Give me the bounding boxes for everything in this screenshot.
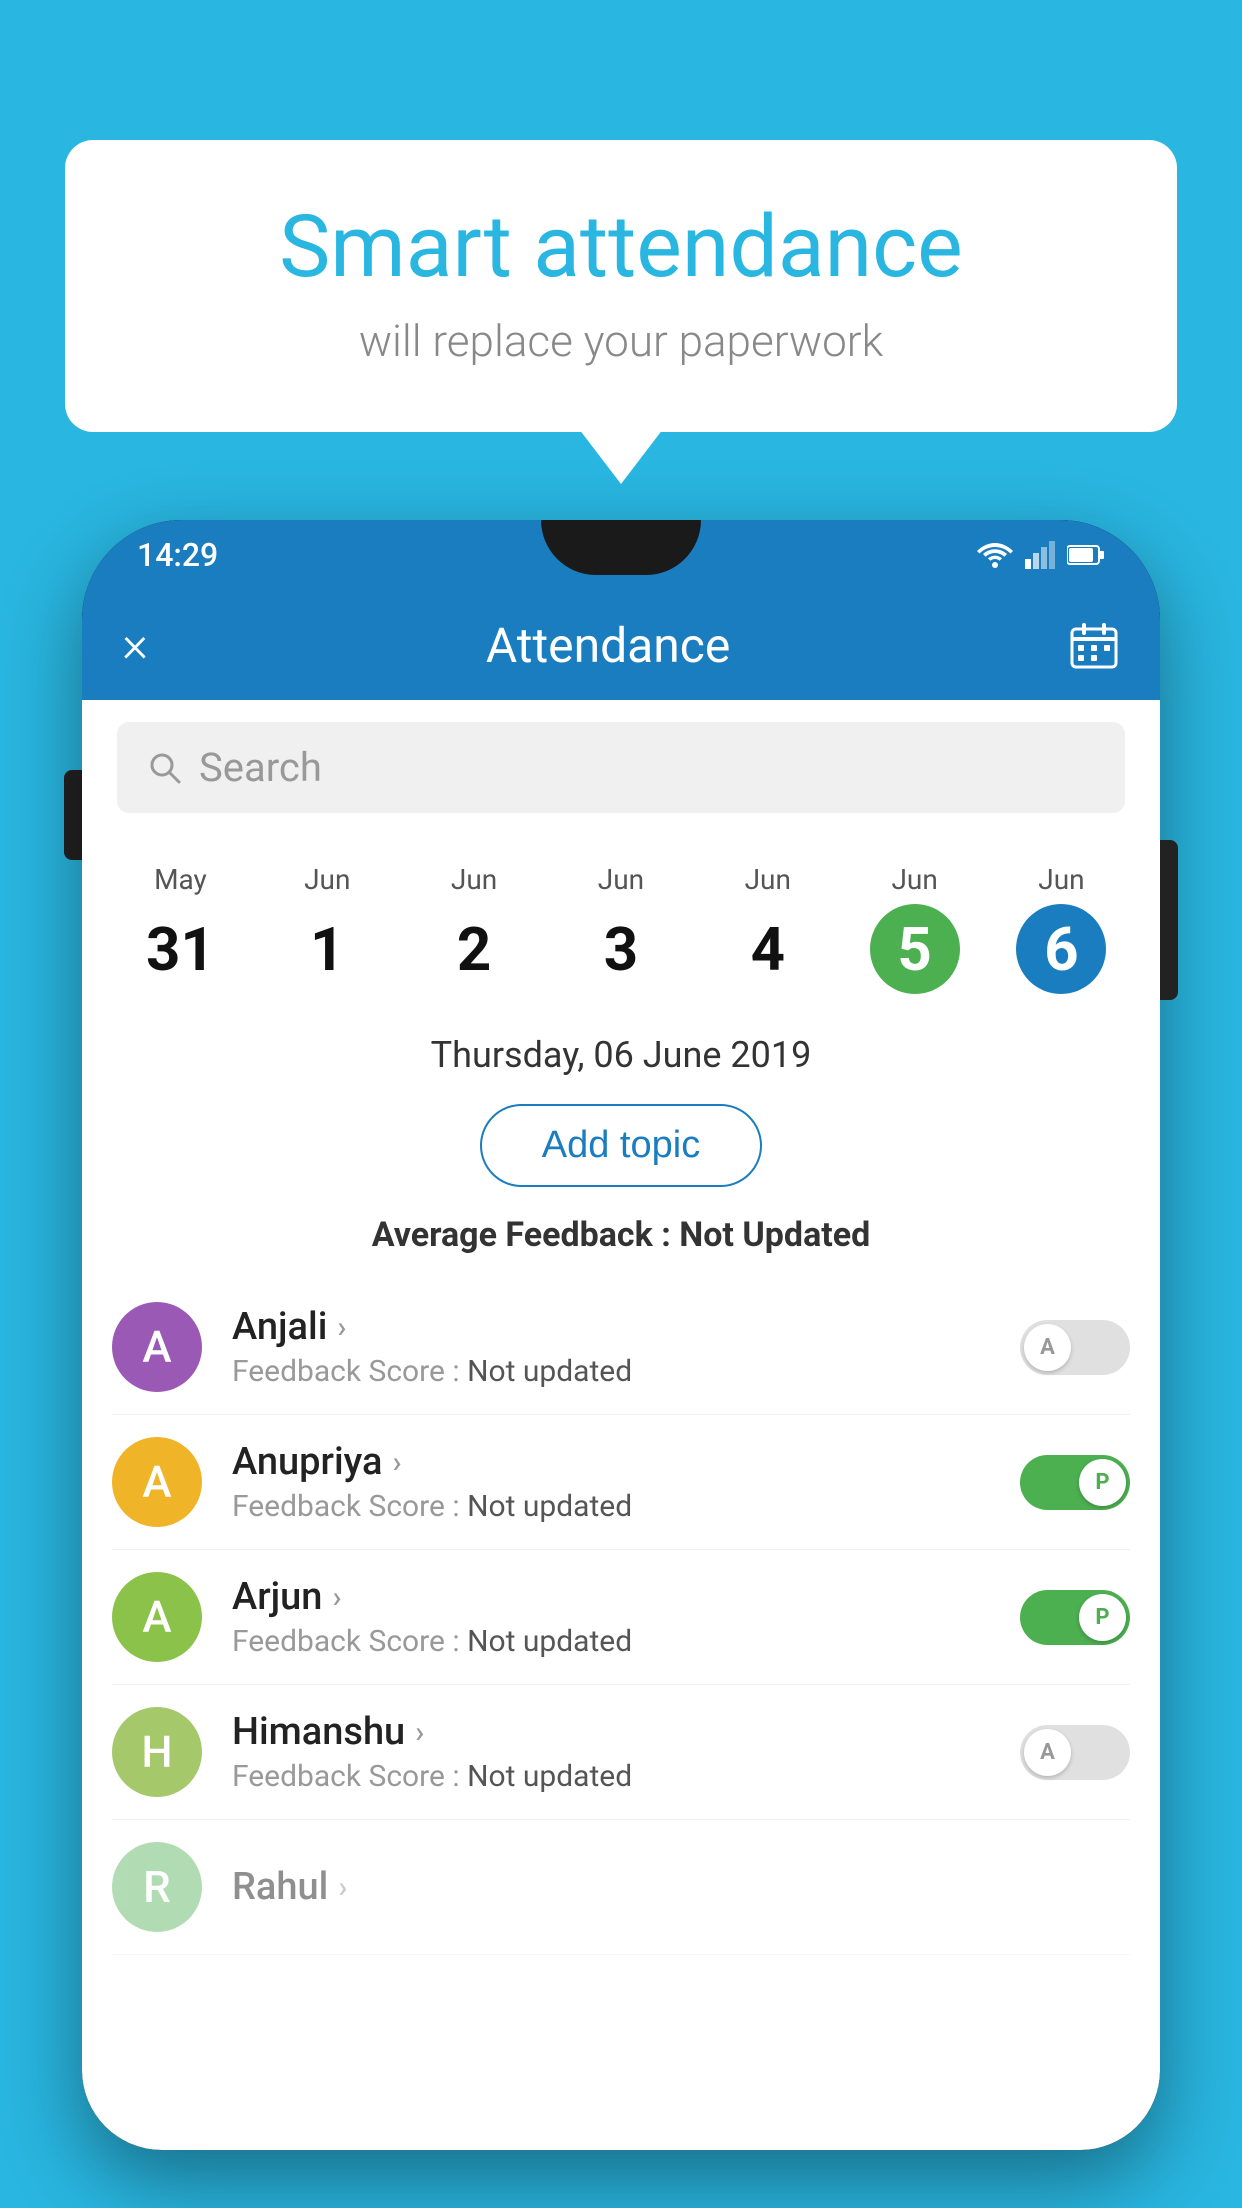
date-header: Thursday, 06 June 2019 — [82, 1014, 1160, 1086]
search-icon — [147, 750, 183, 786]
status-bar: 14:29 — [82, 520, 1160, 590]
student-feedback-anupriya: Feedback Score : Not updated — [232, 1489, 990, 1524]
date-item-may31[interactable]: May 31 — [123, 853, 237, 1004]
avatar-anupriya: A — [112, 1437, 202, 1527]
add-topic-button[interactable]: Add topic — [480, 1104, 762, 1187]
avatar-arjun: A — [112, 1572, 202, 1662]
student-name-arjun: Arjun › — [232, 1575, 990, 1619]
student-info-partial: Rahul › — [232, 1865, 1130, 1909]
student-info-himanshu[interactable]: Himanshu › Feedback Score : Not updated — [232, 1710, 990, 1794]
wifi-icon — [977, 541, 1013, 569]
student-feedback-arjun: Feedback Score : Not updated — [232, 1624, 990, 1659]
student-info-anupriya[interactable]: Anupriya › Feedback Score : Not updated — [232, 1440, 990, 1524]
student-name-anupriya: Anupriya › — [232, 1440, 990, 1484]
date-item-jun3[interactable]: Jun 3 — [564, 853, 678, 1004]
attendance-toggle-anjali[interactable]: A — [1020, 1320, 1130, 1375]
signal-icon — [1025, 541, 1055, 569]
notch — [541, 520, 701, 575]
phone-container: 14:29 — [82, 520, 1160, 2208]
phone: 14:29 — [82, 520, 1160, 2150]
date-picker: May 31 Jun 1 Jun 2 Jun — [82, 835, 1160, 1014]
app-bar-title: Attendance — [486, 617, 731, 674]
speech-bubble: Smart attendance will replace your paper… — [65, 140, 1177, 432]
chevron-icon-anjali: › — [337, 1310, 346, 1345]
battery-icon — [1067, 544, 1105, 566]
date-item-jun2[interactable]: Jun 2 — [417, 853, 531, 1004]
toggle-knob-himanshu: A — [1024, 1729, 1071, 1776]
app-content: Search May 31 Jun 1 — [82, 700, 1160, 2150]
student-item-himanshu: H Himanshu › Feedback Score : Not update… — [112, 1685, 1130, 1820]
student-item-partial: R Rahul › — [112, 1820, 1130, 1955]
student-item-anupriya: A Anupriya › Feedback Score : Not update… — [112, 1415, 1130, 1550]
avg-feedback-value: Not Updated — [679, 1215, 870, 1255]
search-bar: Search — [82, 700, 1160, 835]
toggle-knob-arjun: P — [1079, 1594, 1126, 1641]
search-input-container[interactable]: Search — [117, 722, 1125, 813]
student-item-anjali: A Anjali › Feedback Score : Not updated … — [112, 1280, 1130, 1415]
chevron-icon-anupriya: › — [392, 1445, 401, 1480]
date-item-jun1[interactable]: Jun 1 — [270, 853, 384, 1004]
toggle-knob-anjali: A — [1024, 1324, 1071, 1371]
chevron-icon-partial: › — [338, 1870, 347, 1905]
speech-bubble-title: Smart attendance — [135, 200, 1107, 295]
avatar-himanshu: H — [112, 1707, 202, 1797]
toggle-knob-anupriya: P — [1079, 1459, 1126, 1506]
student-feedback-himanshu: Feedback Score : Not updated — [232, 1759, 990, 1794]
app-bar: × Attendance — [82, 590, 1160, 700]
student-name-himanshu: Himanshu › — [232, 1710, 990, 1754]
student-info-anjali[interactable]: Anjali › Feedback Score : Not updated — [232, 1305, 990, 1389]
date-item-jun4[interactable]: Jun 4 — [711, 853, 825, 1004]
student-list: A Anjali › Feedback Score : Not updated … — [82, 1280, 1160, 1955]
attendance-toggle-himanshu[interactable]: A — [1020, 1725, 1130, 1780]
student-info-arjun[interactable]: Arjun › Feedback Score : Not updated — [232, 1575, 990, 1659]
student-name-partial: Rahul › — [232, 1865, 1130, 1909]
chevron-icon-himanshu: › — [415, 1715, 424, 1750]
avg-feedback: Average Feedback : Not Updated — [82, 1205, 1160, 1280]
date-item-jun6[interactable]: Jun 6 — [1004, 853, 1118, 1004]
calendar-icon[interactable] — [1068, 619, 1120, 671]
student-feedback-anjali: Feedback Score : Not updated — [232, 1354, 990, 1389]
close-button[interactable]: × — [122, 616, 148, 674]
student-name-anjali: Anjali › — [232, 1305, 990, 1349]
date-item-jun5[interactable]: Jun 5 — [858, 853, 972, 1004]
speech-bubble-container: Smart attendance will replace your paper… — [65, 140, 1177, 432]
phone-frame: 14:29 — [82, 520, 1160, 2150]
avatar-anjali: A — [112, 1302, 202, 1392]
avg-feedback-label: Average Feedback : — [372, 1215, 671, 1255]
avatar-partial: R — [112, 1842, 202, 1932]
student-item-arjun: A Arjun › Feedback Score : Not updated P — [112, 1550, 1130, 1685]
status-bar-icons — [977, 541, 1105, 569]
status-bar-time: 14:29 — [137, 536, 218, 574]
search-placeholder-text: Search — [199, 744, 322, 791]
chevron-icon-arjun: › — [332, 1580, 341, 1615]
attendance-toggle-anupriya[interactable]: P — [1020, 1455, 1130, 1510]
attendance-toggle-arjun[interactable]: P — [1020, 1590, 1130, 1645]
speech-bubble-subtitle: will replace your paperwork — [135, 315, 1107, 367]
